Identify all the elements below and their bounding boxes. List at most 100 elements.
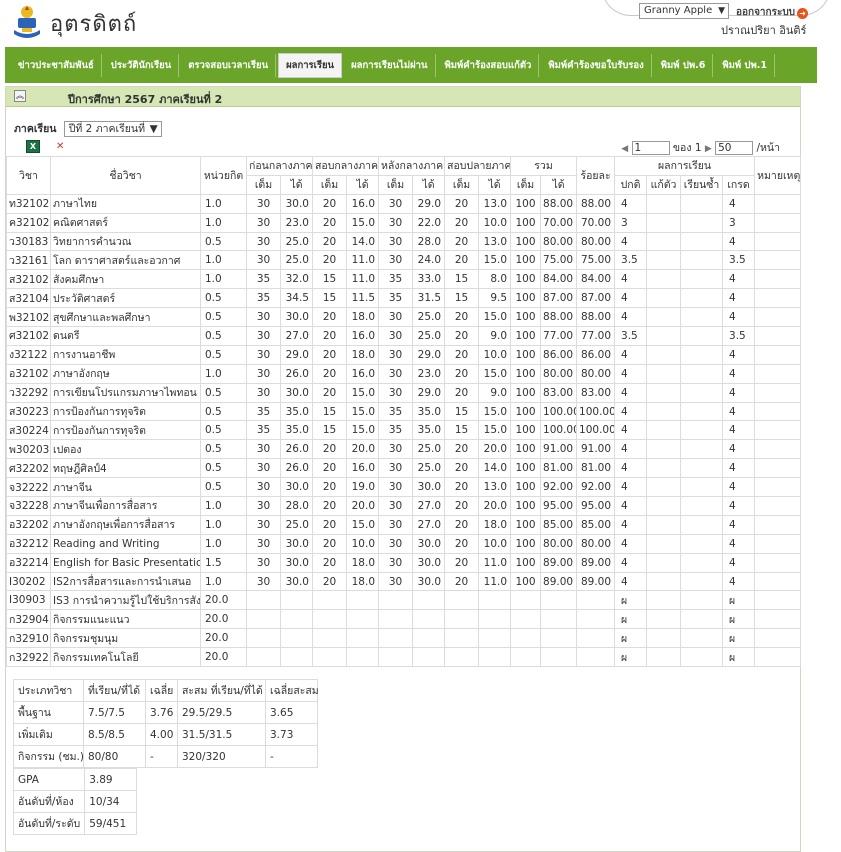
remark-cell <box>754 288 802 309</box>
table-cell: 29.0 <box>412 344 446 365</box>
table-cell: 30 <box>246 212 281 233</box>
summary-section: ประเภทวิชา ที่เรียน/ที่ได้ เฉลี่ย สะสม ที่เ… <box>12 679 319 835</box>
table-cell <box>412 647 446 668</box>
table-cell: 91.00 <box>576 439 616 460</box>
table-cell: 86.00 <box>576 344 616 365</box>
table-cell: 4 <box>614 269 648 290</box>
table-cell: ผ <box>614 647 648 668</box>
table-cell: 4 <box>614 571 648 592</box>
summary-cell: 3.76 <box>145 701 178 724</box>
table-cell: 30 <box>378 477 414 498</box>
summary-cell: 3.73 <box>265 723 318 746</box>
table-cell: 35 <box>246 288 281 309</box>
logout-link[interactable]: ออกจากระบบ ➜ <box>736 5 809 20</box>
nav-item-6[interactable]: พิมพ์คำร้องขอใบรับรอง <box>541 53 652 77</box>
remark-cell <box>754 344 802 365</box>
header-got: ได้ <box>540 174 578 195</box>
nav-item-5[interactable]: พิมพ์คำร้องสอบแก้ตัว <box>438 53 540 77</box>
table-cell: 20 <box>444 477 480 498</box>
table-cell: 0.5 <box>200 344 247 365</box>
table-cell: 100 <box>510 344 542 365</box>
table-cell: 89.00 <box>540 571 578 592</box>
table-cell: ผ <box>722 628 756 649</box>
table-cell: 25.0 <box>280 514 313 535</box>
remark-cell <box>754 326 802 346</box>
summary-cell: เพิ่มเติม <box>13 723 84 746</box>
table-cell: 4 <box>722 344 756 365</box>
table-cell: 16.0 <box>345 363 380 384</box>
table-cell <box>680 382 724 403</box>
table-cell: ทฤษฎีศิลป์4 <box>50 458 201 479</box>
table-cell: 10.0 <box>478 212 512 233</box>
table-cell: 77.00 <box>540 326 578 346</box>
gpa-label: อันดับที่/ระดับ <box>12 812 86 835</box>
summary-header: เฉลี่ย <box>145 679 178 702</box>
table-cell <box>345 647 380 668</box>
user-selector[interactable]: Granny Apple ▼ <box>639 3 729 19</box>
table-cell: 100 <box>510 496 542 516</box>
table-cell: 20 <box>312 533 347 554</box>
nav-item-2[interactable]: ตรวจสอบเวลาเรียน <box>181 53 277 77</box>
table-cell: 4 <box>614 477 648 498</box>
excel-export-icon[interactable]: X <box>26 140 40 153</box>
table-cell: 20.0 <box>200 647 247 668</box>
table-cell: 35 <box>246 420 281 441</box>
clear-filter-icon[interactable]: ✕ <box>56 140 70 153</box>
remark-cell <box>754 477 802 498</box>
table-cell <box>510 590 542 611</box>
table-cell: 15 <box>312 269 347 290</box>
table-cell: 100 <box>510 288 542 309</box>
logout-label: ออกจากระบบ <box>736 7 796 18</box>
table-cell: 88.00 <box>576 307 616 328</box>
table-cell: 88.00 <box>540 193 578 214</box>
table-cell: 30.0 <box>280 571 313 592</box>
table-cell <box>540 590 578 611</box>
nav-item-0[interactable]: ข่าวประชาสัมพันธ์ <box>11 53 102 77</box>
prev-page-icon[interactable]: ◀ <box>621 144 628 154</box>
remark-cell <box>754 571 802 592</box>
nav-item-8[interactable]: พิมพ์ ปพ.1 <box>715 53 775 77</box>
header-full: เต็ม <box>246 174 281 195</box>
table-cell: 20 <box>444 250 480 271</box>
gpa-table: GPA 3.89 อันดับที่/ห้อง 10/34 อันดับที่/ระดั… <box>12 768 138 835</box>
table-cell: ผ <box>614 628 648 649</box>
page-input[interactable]: 1 <box>631 141 670 155</box>
gpa-row: อันดับที่/ห้อง 10/34 <box>12 790 138 813</box>
table-cell: 4 <box>722 458 756 479</box>
table-cell: 30 <box>246 307 281 328</box>
table-cell: 100 <box>510 250 542 271</box>
table-cell: 4 <box>722 533 756 554</box>
panel-title: ปีการศึกษา 2567 ภาคเรียนที่ 2 <box>68 93 223 106</box>
next-page-icon[interactable]: ▶ <box>705 144 712 154</box>
table-cell: 80.00 <box>540 533 578 554</box>
remark-cell <box>754 590 802 611</box>
per-page-input[interactable]: 50 <box>715 141 754 155</box>
semester-select[interactable]: ปีที่ 2 ภาคเรียนที่ ▼ <box>63 121 162 137</box>
header-got: ได้ <box>280 174 313 195</box>
table-cell: English for Basic Presentation <box>50 552 201 573</box>
table-cell <box>646 420 682 441</box>
table-cell: 30 <box>378 439 414 460</box>
table-row: ว32161 โลก ดาราศาสตร์และอวกาศ 1.0 30 25.0 20 1… <box>6 250 802 271</box>
nav-item-4[interactable]: ผลการเรียนไม่ผ่าน <box>344 53 436 77</box>
table-cell: 35 <box>378 401 414 422</box>
collapse-icon[interactable]: ︽ <box>14 90 26 102</box>
table-cell <box>680 477 724 498</box>
table-cell: ประวัติศาสตร์ <box>50 288 201 309</box>
table-cell: 15 <box>444 288 480 309</box>
chevron-down-icon: ▼ <box>718 6 725 16</box>
table-cell: 4 <box>722 363 756 384</box>
logo-emblem-icon <box>14 6 40 38</box>
table-cell: 30 <box>378 193 414 214</box>
table-cell: 91.00 <box>540 439 578 460</box>
table-cell: 9.5 <box>478 288 512 309</box>
table-cell: 100.00 <box>576 420 616 441</box>
table-cell: ผ <box>614 590 648 611</box>
nav-item-1[interactable]: ประวัตินักเรียน <box>104 53 180 77</box>
table-cell: 20 <box>444 344 480 365</box>
nav-item-3[interactable]: ผลการเรียน <box>278 52 343 78</box>
summary-table: ประเภทวิชา ที่เรียน/ที่ได้ เฉลี่ย สะสม ที่เ… <box>13 679 319 768</box>
nav-item-7[interactable]: พิมพ์ ปพ.6 <box>654 53 714 77</box>
table-cell: คณิตศาสตร์ <box>50 212 201 233</box>
summary-cell: 80/80 <box>83 745 146 768</box>
